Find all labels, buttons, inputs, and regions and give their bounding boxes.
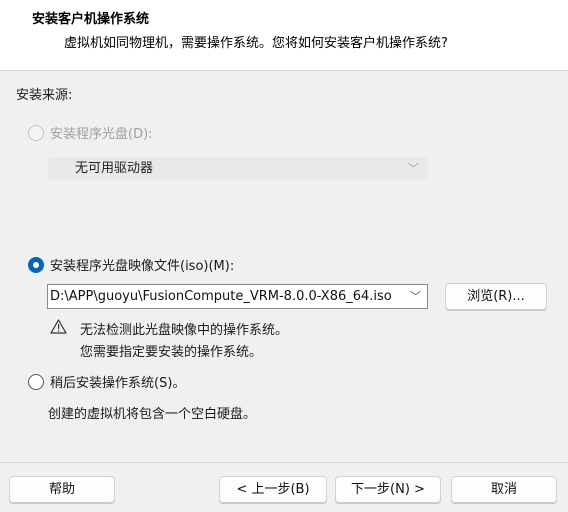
footer-divider <box>0 462 568 463</box>
drive-select: 无可用驱动器 ﹀ <box>48 157 428 181</box>
warning-icon <box>50 319 67 334</box>
install-later-label: 稍后安装操作系统(S)。 <box>50 376 186 391</box>
empty-disk-note: 创建的虚拟机将包含一个空白硬盘。 <box>48 407 257 422</box>
browse-button[interactable]: 浏览(R)... <box>445 283 547 310</box>
install-later-radio[interactable] <box>28 373 44 390</box>
page-subtitle: 虚拟机如同物理机，需要操作系统。您将如何安装客户机操作系统? <box>64 36 448 51</box>
disc-option: 安装程序光盘(D): <box>28 123 153 142</box>
warning-message-line1: 无法检测此光盘映像中的操作系统。 <box>80 323 289 338</box>
back-button[interactable]: < 上一步(B) <box>219 476 327 503</box>
install-later-option[interactable]: 稍后安装操作系统(S)。 <box>28 372 185 391</box>
page-title: 安装客户机操作系统 <box>32 12 150 27</box>
help-button[interactable]: 帮助 <box>9 476 115 503</box>
iso-path-value[interactable]: D:\APP\guoyu\FusionCompute_VRM-8.0.0-X86… <box>50 289 392 304</box>
disc-option-label: 安装程序光盘(D): <box>50 127 153 142</box>
disc-radio <box>28 124 44 141</box>
iso-option-label: 安装程序光盘映像文件(iso)(M): <box>50 259 235 274</box>
iso-radio[interactable] <box>28 256 44 273</box>
cancel-button[interactable]: 取消 <box>451 476 557 503</box>
chevron-down-icon[interactable]: ﹀ <box>408 285 421 308</box>
chevron-down-icon: ﹀ <box>408 162 419 175</box>
drive-select-value: 无可用驱动器 <box>75 161 154 176</box>
install-source-label: 安装来源: <box>16 88 73 103</box>
iso-path-combobox[interactable]: D:\APP\guoyu\FusionCompute_VRM-8.0.0-X86… <box>47 284 428 309</box>
wizard-header: 安装客户机操作系统 虚拟机如同物理机，需要操作系统。您将如何安装客户机操作系统? <box>0 0 568 71</box>
warning-message-line2: 您需要指定要安装的操作系统。 <box>80 345 263 360</box>
iso-option[interactable]: 安装程序光盘映像文件(iso)(M): <box>28 255 234 274</box>
next-button[interactable]: 下一步(N) > <box>335 476 441 503</box>
